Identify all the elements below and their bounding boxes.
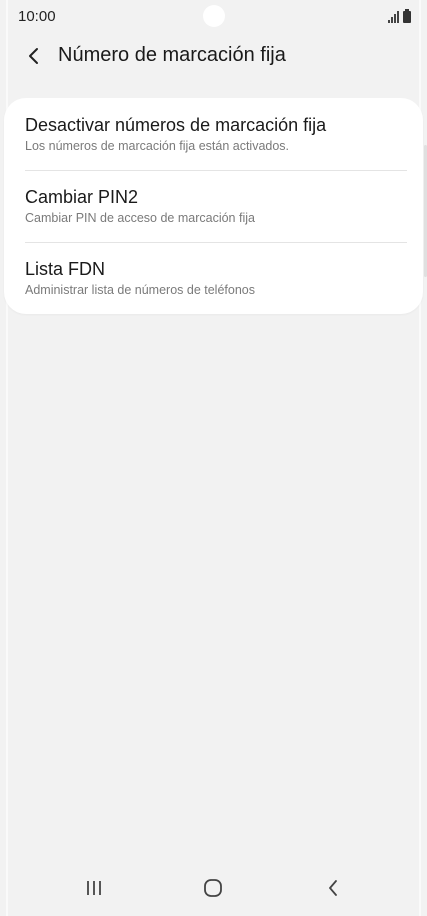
chevron-left-icon <box>29 48 38 64</box>
signal-icon <box>388 11 399 23</box>
navigation-bar <box>0 860 427 916</box>
settings-card: Desactivar números de marcación fija Los… <box>4 98 423 314</box>
back-icon <box>329 880 337 896</box>
home-button[interactable] <box>193 874 233 902</box>
camera-cutout <box>203 5 225 27</box>
page-title: Número de marcación fija <box>58 44 286 66</box>
battery-icon <box>403 9 411 23</box>
settings-item-change-pin2[interactable]: Cambiar PIN2 Cambiar PIN de acceso de ma… <box>4 170 423 242</box>
app-header: Número de marcación fija <box>0 34 427 80</box>
status-bar: 10:00 <box>0 0 427 34</box>
status-time: 10:00 <box>18 8 56 25</box>
settings-item-subtitle: Los números de marcación fija están acti… <box>25 139 290 153</box>
settings-item-title: Cambiar PIN2 <box>25 187 139 207</box>
back-button[interactable] <box>20 42 48 70</box>
settings-item-fdn-list[interactable]: Lista FDN Administrar lista de números d… <box>4 242 423 314</box>
nav-back-button[interactable] <box>313 874 353 902</box>
settings-item-title: Lista FDN <box>25 259 106 279</box>
settings-item-deactivate-fdn[interactable]: Desactivar números de marcación fija Los… <box>4 98 423 170</box>
recents-icon <box>87 881 101 895</box>
status-icons <box>388 9 411 23</box>
settings-item-title: Desactivar números de marcación fija <box>25 115 327 135</box>
home-icon <box>204 879 222 897</box>
settings-item-subtitle: Administrar lista de números de teléfono… <box>25 283 255 297</box>
settings-item-subtitle: Cambiar PIN de acceso de marcación fija <box>25 211 255 225</box>
recents-button[interactable] <box>74 874 114 902</box>
